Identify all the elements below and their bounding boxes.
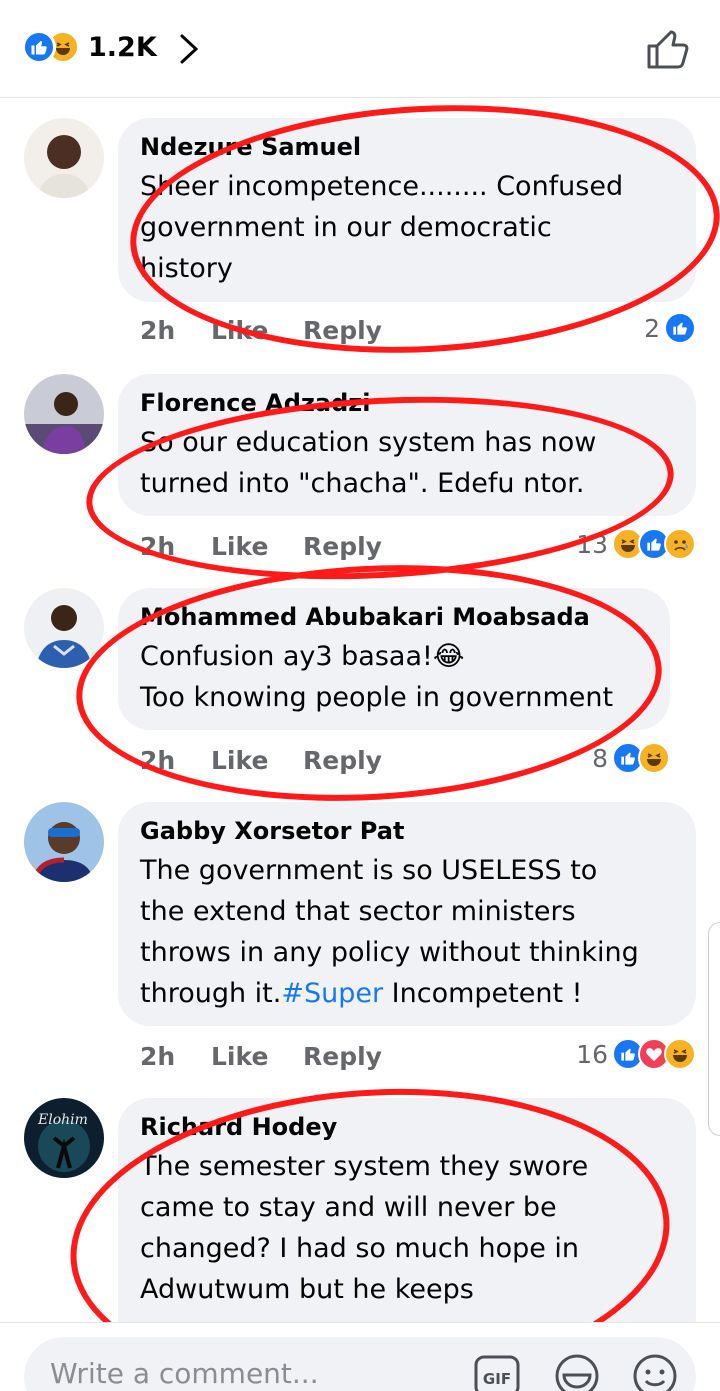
svg-text:Elohim: Elohim xyxy=(37,1112,88,1128)
comment-time: 2h xyxy=(140,746,176,775)
comment-input[interactable]: Write a comment... GIF xyxy=(24,1337,696,1391)
emoji-icon[interactable] xyxy=(630,1351,680,1391)
haha-icon xyxy=(664,1038,696,1070)
comment-line: Sheer incompetence........ Confused xyxy=(140,171,624,202)
reply-button[interactable]: Reply xyxy=(303,316,382,345)
comment-line: came to stay and will never be xyxy=(140,1192,557,1223)
reaction-count: 1.2K xyxy=(88,31,157,63)
comment-author[interactable]: Florence Adzadzi xyxy=(140,388,674,418)
comment-text: The government is so USELESS to the exte… xyxy=(140,850,674,1014)
reply-button[interactable]: Reply xyxy=(303,746,382,775)
reaction-count: 13 xyxy=(576,529,608,559)
comment-author[interactable]: Mohammed Abubakari Moabsada xyxy=(140,602,648,632)
scroll-handle[interactable] xyxy=(708,922,720,1136)
comment-line: turned into "chacha". Edefu ntor. xyxy=(140,468,585,499)
comment-line: history xyxy=(140,253,233,284)
comment-line: The government is so USELESS to xyxy=(140,855,598,886)
comment-text: Confusion ay3 basaa!😂 Too knowing people… xyxy=(140,636,648,718)
haha-icon xyxy=(638,742,670,774)
avatar[interactable] xyxy=(24,374,104,454)
comment-author[interactable]: Ndezure Samuel xyxy=(140,132,674,162)
avatar[interactable] xyxy=(24,588,104,668)
reaction-count: 16 xyxy=(576,1039,608,1069)
comment-author[interactable]: Richard Hodey xyxy=(140,1112,674,1142)
sad-icon xyxy=(664,528,696,560)
comment-author[interactable]: Gabby Xorsetor Pat xyxy=(140,816,674,846)
avatar[interactable] xyxy=(24,118,104,198)
comment-reactions[interactable]: 16 xyxy=(576,1038,696,1070)
like-icon xyxy=(22,30,56,64)
reaction-count: 8 xyxy=(592,743,608,773)
like-icon xyxy=(664,312,696,344)
comment-bubble: Richard Hodey The semester system they s… xyxy=(118,1098,696,1358)
comment-line: throws in any policy without thinking xyxy=(140,937,639,968)
comment-time: 2h xyxy=(140,1042,176,1071)
hashtag-link[interactable]: #Super xyxy=(281,978,383,1009)
comment-line: changed? I had so much hope in xyxy=(140,1233,580,1264)
like-button[interactable]: Like xyxy=(211,746,268,775)
comment-reactions[interactable]: 13 xyxy=(576,528,696,560)
comment-composer: Write a comment... GIF xyxy=(0,1322,720,1391)
comment-line: Adwutwum but he keeps xyxy=(140,1274,474,1305)
sticker-icon[interactable] xyxy=(552,1351,602,1391)
gif-icon[interactable]: GIF xyxy=(472,1351,522,1391)
comment-bubble: Mohammed Abubakari Moabsada Confusion ay… xyxy=(118,588,670,730)
like-button[interactable]: Like xyxy=(211,316,268,345)
comment-line: government in our democratic xyxy=(140,212,552,243)
comment-placeholder: Write a comment... xyxy=(50,1357,319,1390)
comment-reactions[interactable]: 2 xyxy=(644,312,696,344)
comment-line: through it.#Super Incompetent ! xyxy=(140,973,674,1014)
comment-time: 2h xyxy=(140,532,176,561)
like-button[interactable]: Like xyxy=(211,1042,268,1071)
comment-line: So our education system has now xyxy=(140,427,597,458)
reactions-header: 1.2K xyxy=(0,0,720,98)
comment-reactions[interactable]: 8 xyxy=(592,742,670,774)
comment-bubble: Florence Adzadzi So our education system… xyxy=(118,374,696,516)
comment-line: Confusion ay3 basaa!😂 xyxy=(140,641,465,672)
avatar[interactable]: Elohim xyxy=(24,1098,104,1178)
comment-text: So our education system has now turned i… xyxy=(140,422,674,504)
like-button[interactable]: Like xyxy=(211,532,268,561)
reply-button[interactable]: Reply xyxy=(303,532,382,561)
comment-text-fragment: Incompetent ! xyxy=(383,978,583,1009)
comment-line: Too knowing people in government xyxy=(140,682,614,713)
chevron-right-icon[interactable] xyxy=(176,32,202,71)
thumbs-up-icon[interactable] xyxy=(646,28,690,75)
comment-bubble: Gabby Xorsetor Pat The government is so … xyxy=(118,802,696,1026)
gif-label: GIF xyxy=(483,1370,511,1388)
reaction-count: 2 xyxy=(644,313,660,343)
comment-line: The semester system they swore xyxy=(140,1151,589,1182)
comment-line: the extend that sector ministers xyxy=(140,896,576,927)
comment-text: Sheer incompetence........ Confused gove… xyxy=(140,166,674,289)
reaction-summary[interactable]: 1.2K xyxy=(22,30,157,64)
reply-button[interactable]: Reply xyxy=(303,1042,382,1071)
comment-text: The semester system they swore came to s… xyxy=(140,1146,674,1310)
comment-text-fragment: through it. xyxy=(140,978,282,1009)
avatar[interactable] xyxy=(24,802,104,882)
comment-time: 2h xyxy=(140,316,176,345)
comment-bubble: Ndezure Samuel Sheer incompetence.......… xyxy=(118,118,696,302)
